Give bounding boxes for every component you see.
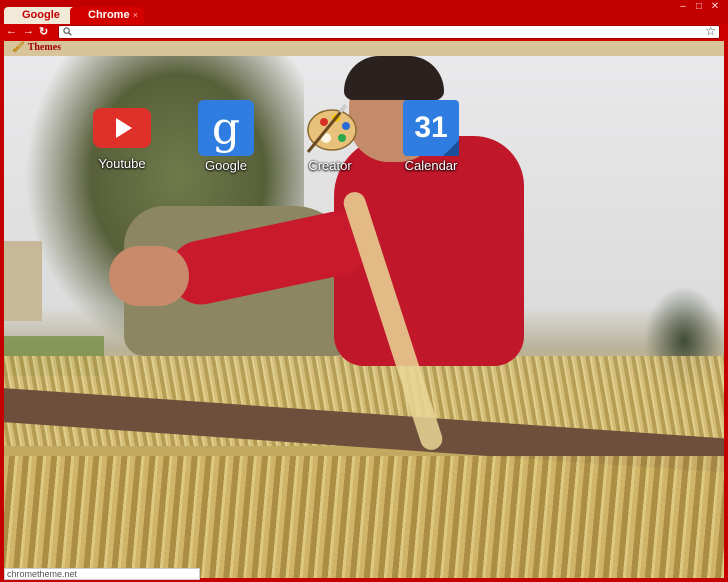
- app-label: Youtube: [98, 156, 146, 171]
- theme-image-foreground: [4, 456, 724, 578]
- new-tab-page: Youtube g Google Creator 31 Calendar: [4, 56, 724, 578]
- app-youtube[interactable]: Youtube: [67, 100, 177, 171]
- palette-icon: [302, 100, 358, 156]
- background-building: [4, 241, 42, 321]
- bookmark-label: Themes: [27, 42, 62, 53]
- youtube-icon: [93, 108, 151, 148]
- maximize-button[interactable]: □: [694, 1, 704, 12]
- browser-window: Google Chrome × – □ ✕ ← → ↻ ☆ 🖌 Themes Y…: [0, 0, 728, 582]
- status-bubble: chrometheme.net: [4, 568, 200, 580]
- app-label: Creator: [308, 158, 352, 173]
- bookmarks-bar: 🖌 Themes: [4, 41, 724, 56]
- forward-button[interactable]: →: [23, 25, 34, 37]
- app-creator[interactable]: Creator: [275, 100, 385, 173]
- paintbrush-icon: 🖌: [12, 42, 25, 53]
- google-icon: g: [198, 100, 254, 156]
- close-window-button[interactable]: ✕: [710, 1, 720, 12]
- tab-google[interactable]: Google: [4, 7, 76, 24]
- calendar-icon: 31: [403, 100, 459, 156]
- close-icon[interactable]: ×: [133, 10, 138, 20]
- tab-label: Google: [22, 9, 60, 21]
- star-icon[interactable]: ☆: [705, 24, 716, 38]
- omnibox[interactable]: ☆: [58, 24, 720, 39]
- search-icon: [63, 25, 72, 39]
- window-controls: – □ ✕: [678, 1, 720, 12]
- toolbar: ← → ↻ ☆: [0, 24, 728, 41]
- calendar-date: 31: [414, 111, 448, 144]
- tab-strip: Google Chrome × – □ ✕: [0, 0, 728, 24]
- theme-image-hands: [109, 246, 189, 306]
- app-google[interactable]: g Google: [171, 100, 281, 173]
- reload-button[interactable]: ↻: [39, 25, 48, 38]
- app-label: Calendar: [404, 158, 458, 173]
- back-button[interactable]: ←: [6, 25, 17, 37]
- app-label: Google: [205, 158, 247, 173]
- bookmark-themes[interactable]: 🖌 Themes: [12, 42, 61, 53]
- tab-label: Chrome: [88, 9, 130, 21]
- tab-chrome[interactable]: Chrome ×: [70, 7, 144, 24]
- app-calendar[interactable]: 31 Calendar: [376, 100, 486, 173]
- minimize-button[interactable]: –: [678, 1, 688, 12]
- theme-image-hair: [344, 56, 444, 100]
